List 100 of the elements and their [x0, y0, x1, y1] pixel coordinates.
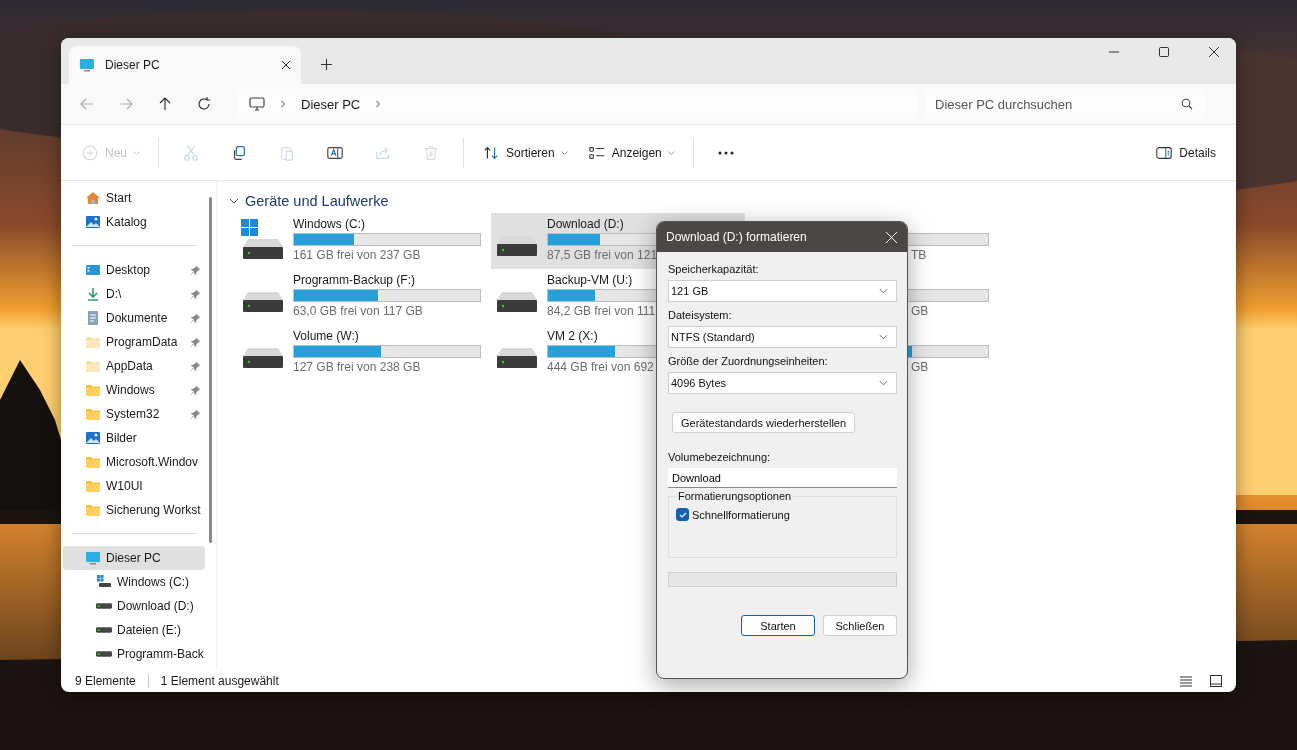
desktop-icon	[85, 262, 101, 278]
home-icon	[85, 190, 101, 206]
drive-item[interactable]: Windows (C:) 161 GB frei von 237 GB	[237, 213, 491, 269]
drive-name: Volume (W:)	[293, 329, 359, 343]
chevron-down-icon	[229, 196, 239, 206]
close-icon[interactable]	[281, 60, 291, 70]
close-icon[interactable]	[1209, 47, 1219, 57]
free-space-text: 63,0 GB frei von 117 GB	[293, 304, 423, 318]
sidebar-item[interactable]: ProgramData	[63, 330, 205, 354]
sidebar-item[interactable]: Windows	[63, 378, 205, 402]
sidebar-item[interactable]: W10UI	[63, 474, 205, 498]
item-count: 9 Elemente	[75, 674, 136, 688]
drive-item[interactable]: Programm-Backup (F:) 63,0 GB frei von 117 GB	[237, 269, 491, 325]
address-bar[interactable]: Dieser PC	[237, 89, 917, 119]
sidebar-item[interactable]: D:\	[63, 282, 205, 306]
free-space-text: 444 GB frei von 692	[547, 360, 654, 374]
chevron-down-icon	[879, 288, 888, 294]
dropdown[interactable]: 4096 Bytes	[668, 372, 897, 394]
selection-count: 1 Element ausgewählt	[160, 674, 279, 688]
checkbox[interactable]: Schnellformatierung	[676, 508, 790, 521]
chevron-right-icon	[279, 100, 287, 108]
folder-icon	[85, 382, 101, 398]
volume-label-field[interactable]: Download	[668, 468, 897, 488]
section-header[interactable]: Geräte und Laufwerke	[229, 191, 1224, 211]
drive-item[interactable]: Volume (W:) 127 GB frei von 238 GB	[237, 325, 491, 381]
sidebar-item[interactable]: Microsoft.Windov	[63, 450, 205, 474]
sidebar-item[interactable]: AppData	[63, 354, 205, 378]
field-label: Volumebezeichnung:	[668, 451, 772, 463]
tab[interactable]: Dieser PC	[69, 46, 301, 84]
free-space-text: TB	[910, 248, 927, 262]
sidebar-item[interactable]: Desktop	[63, 258, 205, 282]
sidebar-item[interactable]: Bilder	[63, 426, 205, 450]
sidebar-item[interactable]: Start	[63, 186, 205, 210]
scrollbar[interactable]	[209, 197, 212, 543]
start-button[interactable]: Starten	[741, 615, 815, 636]
chevron-down-icon	[879, 334, 888, 340]
plus-icon[interactable]	[321, 59, 332, 70]
sidebar-item[interactable]: System32	[63, 402, 205, 426]
sort-button[interactable]: Sortieren	[474, 136, 576, 169]
maximize-icon[interactable]	[1159, 47, 1169, 57]
field-label: Größe der Zuordnungseinheiten:	[668, 355, 829, 367]
checkmark-icon	[678, 511, 687, 518]
drive-icon	[241, 217, 285, 261]
chevron-right-icon	[374, 100, 383, 108]
free-space-text: 84,2 GB frei von 111	[547, 304, 656, 318]
breadcrumb-item[interactable]: Dieser PC	[301, 96, 361, 112]
dropdown[interactable]: NTFS (Standard)	[668, 326, 897, 348]
folder-icon	[85, 358, 101, 374]
chevron-down-icon	[133, 150, 140, 155]
search-icon	[1181, 98, 1193, 110]
folder-icon	[85, 334, 101, 350]
chevron-down-icon	[667, 150, 675, 155]
group-title: Formatierungsoptionen	[676, 490, 794, 502]
folder-icon	[85, 478, 101, 494]
view-button[interactable]: Anzeigen	[579, 136, 683, 169]
folder-icon	[85, 502, 101, 518]
drive-icon	[96, 574, 112, 590]
drive-name: Programm-Backup (F:)	[293, 273, 416, 287]
sidebar-item[interactable]: Dateien (E:)	[63, 618, 205, 642]
field-label: Dateisystem:	[668, 309, 733, 321]
sidebar-item[interactable]: Dokumente	[63, 306, 205, 330]
folder-icon	[85, 406, 101, 422]
drive-icon	[241, 347, 285, 369]
free-space-text: 161 GB frei von 237 GB	[293, 248, 421, 262]
details-button[interactable]: Details	[1147, 136, 1224, 169]
free-space-text: 127 GB frei von 238 GB	[293, 360, 421, 374]
sidebar-item[interactable]: Programm-Back	[63, 642, 205, 666]
dropdown[interactable]: 121 GB	[668, 280, 897, 302]
document-icon	[85, 310, 101, 326]
drive-name: Download (D:)	[547, 217, 624, 231]
details-view-icon[interactable]	[1180, 675, 1192, 687]
drive-name: Windows (C:)	[293, 217, 365, 231]
folder-icon	[85, 454, 101, 470]
sidebar-item[interactable]: Windows (C:)	[63, 570, 205, 594]
up-arrow-icon[interactable]	[157, 96, 173, 112]
drive-name: Backup-VM (U:)	[547, 273, 633, 287]
plus-circle-icon	[81, 143, 99, 162]
search-field[interactable]: Dieser PC durchsuchen	[925, 89, 1205, 119]
drive-icon	[495, 347, 539, 369]
drive-icon	[495, 291, 539, 313]
computer-icon	[79, 57, 95, 73]
download-icon	[85, 286, 101, 302]
monitor-icon	[249, 96, 265, 112]
free-space-text: 87,5 GB frei von 121	[547, 248, 658, 262]
free-space-text: GB	[910, 304, 929, 318]
picture-icon	[85, 430, 101, 446]
refresh-icon[interactable]	[196, 96, 212, 112]
restore-defaults-button[interactable]: Gerätestandards wiederherstellen	[672, 412, 856, 433]
drive-icon	[495, 235, 539, 257]
close-button[interactable]: Schließen	[823, 615, 897, 636]
sidebar-item[interactable]: Katalog	[63, 210, 205, 234]
chevron-down-icon	[879, 380, 888, 386]
computer-icon	[85, 550, 101, 566]
tiles-view-icon[interactable]	[1210, 675, 1222, 687]
drive-icon	[241, 291, 285, 313]
sidebar-item[interactable]: Download (D:)	[63, 594, 205, 618]
sidebar-item[interactable]: Sicherung Workst	[63, 498, 205, 522]
sidebar-item[interactable]: Dieser PC	[63, 546, 205, 570]
picture-icon	[85, 214, 101, 230]
drive-name: VM 2 (X:)	[547, 329, 598, 343]
